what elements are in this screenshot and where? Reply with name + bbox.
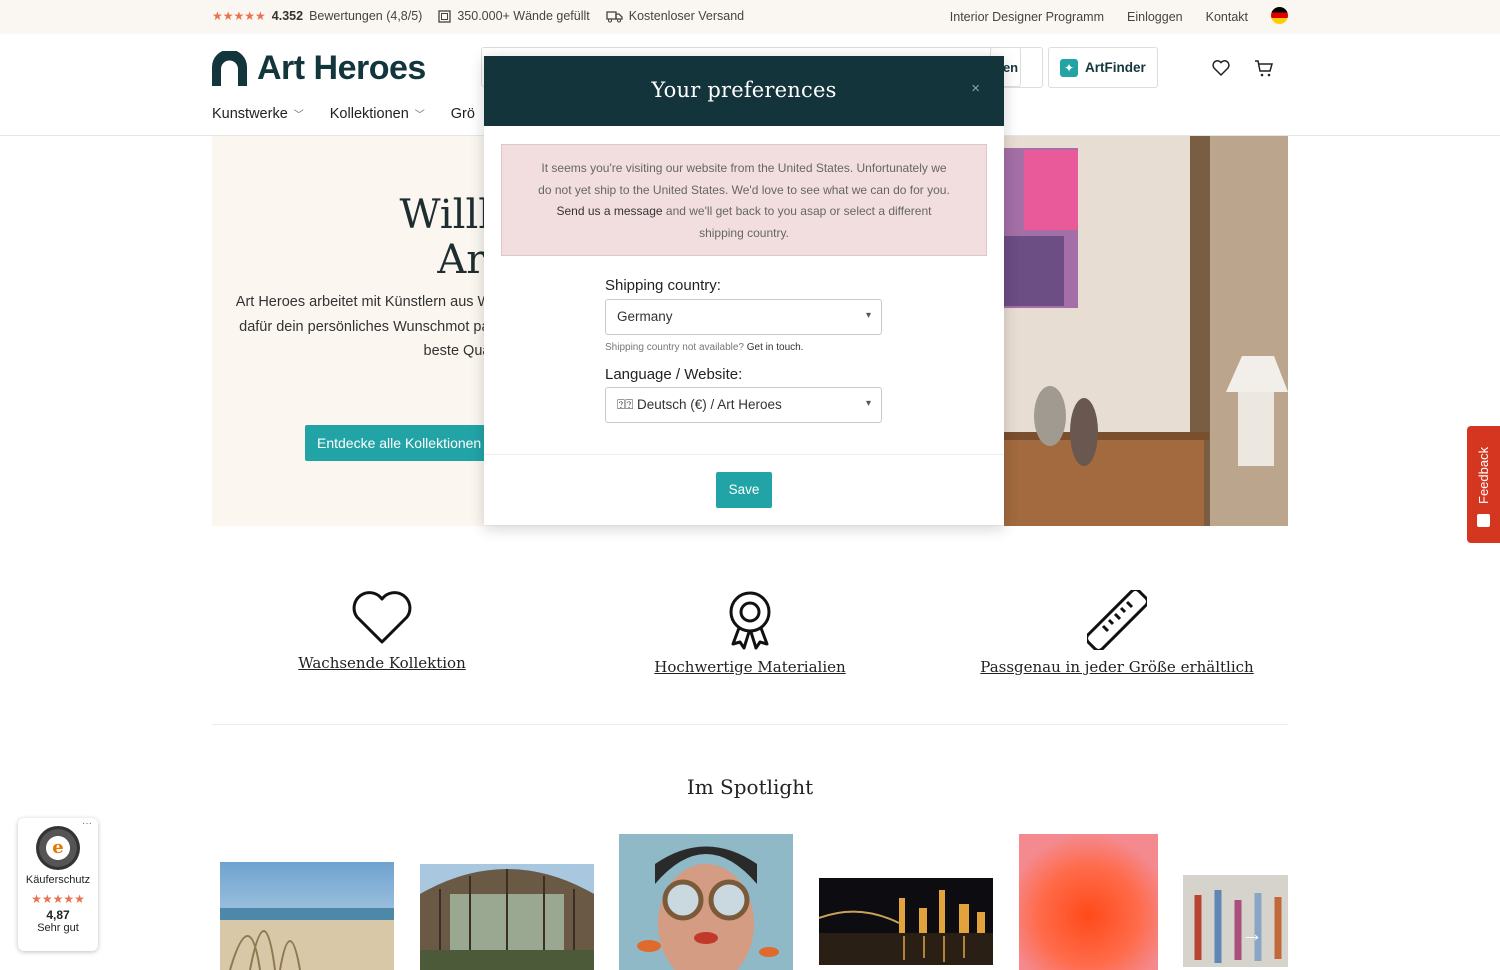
artwork-card[interactable]: → (1183, 875, 1288, 967)
send-message-link[interactable]: Send us a message (557, 204, 663, 218)
carousel-next-arrow-icon[interactable]: → (1241, 921, 1263, 947)
nav-label: Kollektionen (329, 106, 409, 122)
walls-filled-text: 350.000+ Wände gefüllt (457, 9, 590, 23)
hint-text: Shipping country not available? (605, 342, 747, 353)
trusted-shops-badge[interactable]: ··· e Käuferschutz ★★★★★ 4,87 Sehr gut (18, 818, 98, 951)
alert-text: and we'll get back to you asap or select… (662, 204, 932, 240)
artfinder-button[interactable]: ✦ ArtFinder (1048, 47, 1158, 88)
nav-item-kollektionen[interactable]: Kollektionen ﹀ (330, 106, 425, 122)
feature-custom-size[interactable]: Passgenau in jeder Größe erhältlich (947, 590, 1287, 677)
feedback-icon (1477, 514, 1490, 527)
artfinder-label: ArtFinder (1085, 60, 1146, 75)
frame-icon (438, 9, 451, 23)
feedback-tab[interactable]: Feedback (1467, 426, 1500, 543)
artwork-card[interactable] (420, 864, 594, 970)
feature-quality-materials[interactable]: Hochwertige Materialien (580, 590, 920, 677)
ruler-icon (1087, 590, 1147, 650)
buyer-protection-label: Käuferschutz (25, 874, 91, 886)
walls-filled: 350.000+ Wände gefüllt (438, 9, 590, 23)
feature-growing-collection[interactable]: Wachsende Kollektion (212, 590, 552, 673)
save-button[interactable]: Save (716, 472, 772, 508)
reviews-summary[interactable]: ★★★★★ 4.352 Bewertungen (4,8/5) (212, 9, 422, 23)
artwork-card[interactable] (220, 862, 394, 970)
nav-label: Grö (450, 106, 475, 122)
heart-icon (352, 591, 412, 644)
truck-icon (606, 10, 623, 22)
feature-link[interactable]: Wachsende Kollektion (298, 654, 466, 672)
nav-item-groessen[interactable]: Grö (451, 106, 475, 122)
free-shipping-text: Kostenloser Versand (628, 9, 745, 23)
alert-text: It seems you're visiting our website fro… (538, 161, 950, 197)
badge-rating: Sehr gut (37, 922, 79, 934)
section-divider (212, 724, 1288, 725)
spotlight-title: Im Spotlight (686, 775, 814, 799)
logo[interactable]: Art Heroes (212, 49, 426, 88)
language-value: ⍰⍰ Deutsch (€) / Art Heroes (617, 397, 782, 412)
wishlist-heart-icon[interactable] (1211, 58, 1231, 78)
badge-stars: ★★★★★ (31, 892, 85, 906)
free-shipping: Kostenloser Versand (606, 9, 744, 23)
top-bar: ★★★★★ 4.352 Bewertungen (4,8/5) 350.000+… (0, 0, 1500, 34)
chevron-down-icon: ﹀ (414, 110, 425, 121)
contact-link[interactable]: Kontakt (1206, 10, 1248, 24)
german-flag-icon[interactable] (1271, 7, 1288, 24)
modal-divider (484, 454, 1004, 455)
hero-interior-image (1004, 136, 1288, 526)
feature-link[interactable]: Passgenau in jeder Größe erhältlich (980, 658, 1253, 676)
sparkle-icon: ✦ (1060, 58, 1078, 77)
chevron-down-icon: ▾ (865, 398, 871, 409)
trusted-shops-seal-icon: e (36, 826, 80, 870)
language-label: Language / Website: (605, 366, 743, 383)
main-nav: Kunstwerke ﹀ Kollektionen ﹀ Grö (212, 106, 475, 122)
feature-link[interactable]: Hochwertige Materialien (654, 658, 845, 676)
cart-icon[interactable] (1254, 58, 1274, 78)
feedback-label: Feedback (1476, 446, 1491, 504)
chevron-down-icon: ▾ (865, 310, 871, 321)
preferences-modal: Your preferences × It seems you're visit… (484, 56, 1004, 525)
reviews-label: Bewertungen (4,8/5) (309, 9, 423, 23)
logo-text: Art Heroes (257, 49, 426, 87)
nav-label: Kunstwerke (212, 106, 288, 122)
shipping-country-label: Shipping country: (605, 277, 721, 294)
shipping-country-select[interactable]: Germany ▾ (605, 299, 882, 335)
modal-title: Your preferences (651, 78, 837, 102)
award-icon (729, 591, 771, 650)
more-dots-icon[interactable]: ··· (82, 818, 92, 829)
reviews-count: 4.352 (271, 9, 304, 23)
shipping-hint: Shipping country not available? Get in t… (605, 342, 803, 353)
artwork-card[interactable] (1019, 834, 1158, 970)
shipping-alert: It seems you're visiting our website fro… (501, 144, 987, 256)
rating-stars: ★★★★★ (212, 9, 266, 23)
close-icon[interactable]: × (971, 80, 980, 97)
logo-mark-icon (212, 51, 247, 86)
artwork-card[interactable] (819, 878, 993, 965)
chevron-down-icon: ﹀ (293, 110, 304, 121)
nav-item-kunstwerke[interactable]: Kunstwerke ﹀ (212, 106, 304, 122)
shipping-country-value: Germany (617, 309, 673, 324)
interior-designer-link[interactable]: Interior Designer Programm (950, 10, 1104, 24)
badge-score: 4,87 (46, 908, 70, 922)
artwork-card[interactable] (619, 834, 793, 970)
modal-header: Your preferences × (484, 56, 1004, 126)
language-select[interactable]: ⍰⍰ Deutsch (€) / Art Heroes ▾ (605, 387, 882, 423)
login-link[interactable]: Einloggen (1127, 10, 1183, 24)
get-in-touch-link[interactable]: Get in touch. (747, 342, 804, 353)
